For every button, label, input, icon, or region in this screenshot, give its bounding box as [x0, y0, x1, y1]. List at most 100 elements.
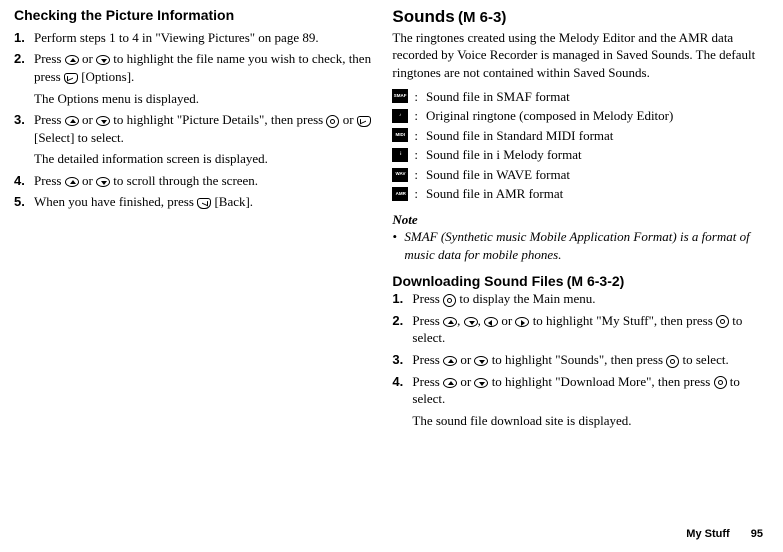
right-icon [515, 317, 529, 327]
download-code: (M 6-3-2) [567, 273, 625, 289]
original-icon: ♪ [392, 109, 408, 123]
text: Press [34, 173, 65, 188]
step-num: 4. [392, 373, 412, 408]
center-button-icon [716, 315, 729, 328]
center-button-icon [666, 355, 679, 368]
amr-icon: AMR [392, 187, 408, 201]
step-body: Perform steps 1 to 4 in "Viewing Picture… [34, 29, 376, 47]
up-icon [443, 356, 457, 366]
text: to highlight "Sounds", then press [488, 352, 666, 367]
text: [Options]. [78, 69, 134, 84]
step-body: Press or to highlight the file name you … [34, 50, 376, 85]
format-row: AMR: Sound file in AMR format [392, 185, 770, 203]
colon: : [414, 146, 418, 164]
step-sub: The detailed information screen is displ… [34, 150, 376, 168]
up-icon [443, 317, 457, 327]
step-num: 3. [392, 351, 412, 369]
colon: : [414, 127, 418, 145]
step-5: 5. When you have finished, press [Back]. [14, 193, 376, 211]
text: or [498, 313, 515, 328]
format-desc: Sound file in AMR format [426, 185, 563, 203]
text: or [457, 352, 474, 367]
format-desc: Original ringtone (composed in Melody Ed… [426, 107, 673, 125]
down-icon [96, 116, 110, 126]
colon: : [414, 185, 418, 203]
step-num: 1. [392, 290, 412, 308]
dstep-4: 4. Press or to highlight "Download More"… [392, 373, 770, 408]
text: or [339, 112, 356, 127]
step-body: When you have finished, press [Back]. [34, 193, 376, 211]
up-icon [443, 378, 457, 388]
format-desc: Sound file in Standard MIDI format [426, 127, 613, 145]
step-body: Press or to highlight "Download More", t… [412, 373, 770, 408]
center-button-icon [326, 115, 339, 128]
format-row: SMAF:Sound file in SMAF format [392, 88, 770, 106]
note-body: • SMAF (Synthetic music Mobile Applicati… [392, 228, 770, 263]
format-desc: Sound file in i Melody format [426, 146, 582, 164]
text: to highlight "My Stuff", then press [529, 313, 716, 328]
format-desc: Sound file in SMAF format [426, 88, 570, 106]
down-icon [464, 317, 478, 327]
down-icon [474, 356, 488, 366]
footer-label: My Stuff [686, 528, 729, 540]
left-section-title: Checking the Picture Information [14, 6, 376, 25]
format-row: WAV:Sound file in WAVE format [392, 166, 770, 184]
softkey-a-icon [64, 73, 78, 84]
down-icon [96, 177, 110, 187]
dstep-1: 1. Press to display the Main menu. [392, 290, 770, 308]
bullet: • [392, 228, 404, 263]
text: Press [34, 112, 65, 127]
step-num: 3. [14, 111, 34, 146]
text: Press [412, 374, 443, 389]
smaf-icon: SMAF [392, 89, 408, 103]
text: When you have finished, press [34, 194, 197, 209]
download-title: Downloading Sound Files [392, 273, 563, 289]
center-button-icon [714, 376, 727, 389]
step-body: Press to display the Main menu. [412, 290, 770, 308]
text: or [79, 173, 96, 188]
wav-icon: WAV [392, 168, 408, 182]
up-icon [65, 55, 79, 65]
step-body: Press , , or to highlight "My Stuff", th… [412, 312, 770, 347]
colon: : [414, 166, 418, 184]
dstep-3: 3. Press or to highlight "Sounds", then … [392, 351, 770, 369]
softkey-a-icon [357, 116, 371, 127]
step-body: Press or to highlight "Picture Details",… [34, 111, 376, 146]
dstep-2: 2. Press , , or to highlight "My Stuff",… [392, 312, 770, 347]
text: to highlight "Picture Details", then pre… [110, 112, 326, 127]
text: Press [34, 51, 65, 66]
text: to scroll through the screen. [110, 173, 258, 188]
step-body: Press or to highlight "Sounds", then pre… [412, 351, 770, 369]
text: or [457, 374, 474, 389]
text: Press [412, 291, 443, 306]
left-icon [484, 317, 498, 327]
colon: : [414, 107, 418, 125]
step-1: 1. Perform steps 1 to 4 in "Viewing Pict… [14, 29, 376, 47]
step-sub: The Options menu is displayed. [34, 90, 376, 108]
text: or [79, 51, 96, 66]
text: [Select] to select. [34, 130, 124, 145]
step-3: 3. Press or to highlight "Picture Detail… [14, 111, 376, 146]
note-text: SMAF (Synthetic music Mobile Application… [404, 228, 770, 263]
step-2: 2. Press or to highlight the file name y… [14, 50, 376, 85]
up-icon [65, 177, 79, 187]
format-table: SMAF:Sound file in SMAF format ♪:Origina… [392, 88, 770, 203]
text: to display the Main menu. [456, 291, 595, 306]
imelody-icon: i [392, 148, 408, 162]
format-row: MIDI: Sound file in Standard MIDI format [392, 127, 770, 145]
step-4: 4. Press or to scroll through the screen… [14, 172, 376, 190]
text: or [79, 112, 96, 127]
download-heading: Downloading Sound Files (M 6-3-2) [392, 272, 770, 291]
sounds-heading: Sounds (M 6-3) [392, 6, 770, 29]
center-button-icon [443, 294, 456, 307]
text: to select. [679, 352, 728, 367]
text: to highlight "Download More", then press [488, 374, 713, 389]
softkey-c-icon [197, 198, 211, 209]
midi-icon: MIDI [392, 128, 408, 142]
down-icon [474, 378, 488, 388]
footer-page: 95 [751, 528, 763, 540]
text: Press [412, 352, 443, 367]
step-body: Press or to scroll through the screen. [34, 172, 376, 190]
note-title: Note [392, 211, 770, 229]
down-icon [96, 55, 110, 65]
